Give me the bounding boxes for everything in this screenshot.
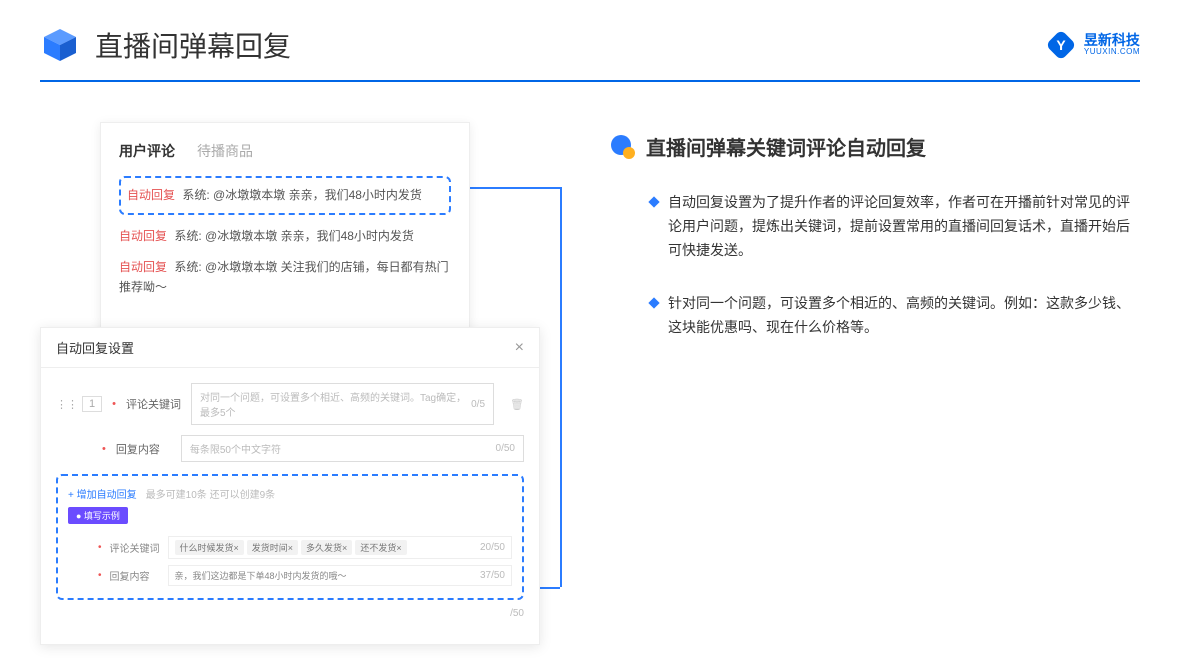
bullet-item: 自动回复设置为了提升作者的评论回复效率，作者可在开播前针对常见的评论用户问题，提… [610, 191, 1140, 262]
system-prefix: 系统: [174, 260, 201, 274]
comment-row: 自动回复 系统: @冰墩墩本墩 亲亲，我们48小时内发货 [119, 227, 451, 246]
example-badge: ● 填写示例 [68, 507, 128, 524]
counter: 0/50 [496, 443, 515, 454]
page-title: 直播间弹幕回复 [95, 25, 291, 65]
keyword-input[interactable]: 对同一个问题，可设置多个相近、高频的关键词。Tag确定，最多5个 0/5 [191, 383, 494, 425]
ex-keyword-label: 评论关键词 [110, 540, 160, 555]
counter: 0/5 [471, 399, 485, 410]
tag-list: 什么时候发货×发货时间×多久发货×还不发货× [175, 540, 410, 555]
auto-reply-tag: 自动回复 [119, 229, 167, 243]
footer-counter: /50 [510, 608, 524, 619]
section-title: 直播间弹幕关键词评论自动回复 [646, 132, 926, 161]
highlighted-comment: 自动回复 系统: @冰墩墩本墩 亲亲，我们48小时内发货 [119, 176, 451, 215]
keyword-label: 评论关键词 [126, 396, 181, 412]
chat-bubble-icon [610, 134, 636, 160]
auto-reply-tag: 自动回复 [119, 260, 167, 274]
bullet-item: 针对同一个问题，可设置多个相近的、高频的关键词。例如：这款多少钱、这块能优惠吗、… [610, 292, 1140, 340]
drag-handle-icon[interactable]: ⋮⋮ 1 [56, 396, 102, 412]
add-auto-reply-link[interactable]: + 增加自动回复 [68, 490, 137, 501]
ex-content-label: 回复内容 [110, 568, 160, 583]
bullet-text: 自动回复设置为了提升作者的评论回复效率，作者可在开播前针对常见的评论用户问题，提… [668, 191, 1140, 262]
comment-row: 自动回复 系统: @冰墩墩本墩 关注我们的店铺，每日都有热门推荐呦～ [119, 258, 451, 296]
connector-line [470, 187, 560, 189]
settings-title: 自动回复设置 [56, 338, 134, 357]
cube-icon [40, 25, 80, 65]
comment-text: @冰墩墩本墩 亲亲，我们48小时内发货 [213, 188, 422, 202]
required-dot: • [98, 542, 102, 553]
index-number: 1 [82, 396, 102, 412]
svg-text:Y: Y [1056, 37, 1066, 53]
content-input[interactable]: 每条限50个中文字符 0/50 [181, 435, 524, 462]
brand-name-en: YUUXIN.COM [1084, 48, 1140, 57]
content-label: 回复内容 [116, 441, 171, 457]
tag-chip[interactable]: 还不发货× [355, 540, 406, 555]
section-header: 直播间弹幕关键词评论自动回复 [610, 132, 1140, 161]
tag-chip[interactable]: 什么时候发货× [175, 540, 244, 555]
system-prefix: 系统: [174, 229, 201, 243]
connector-line [560, 187, 562, 587]
add-hint: 最多可建10条 还可以创建9条 [146, 490, 275, 501]
required-dot: • [98, 570, 102, 581]
ex-keyword-input[interactable]: 什么时候发货×发货时间×多久发货×还不发货× 20/50 [168, 536, 512, 559]
comment-text: @冰墩墩本墩 关注我们的店铺，每日都有热门推荐呦～ [119, 260, 449, 293]
auto-reply-tag: 自动回复 [127, 188, 175, 202]
example-section: + 增加自动回复 最多可建10条 还可以创建9条 ● 填写示例 • 评论关键词 … [56, 474, 524, 600]
system-prefix: 系统: [182, 188, 209, 202]
brand-icon: Y [1046, 30, 1076, 60]
settings-card: 自动回复设置 × ⋮⋮ 1 • 评论关键词 对同一个问题，可设置多个相近、高频的… [40, 327, 540, 645]
counter: 37/50 [480, 570, 505, 581]
brand-logo: Y 昱新科技 YUUXIN.COM [1046, 30, 1140, 60]
tab-user-comments[interactable]: 用户评论 [119, 141, 175, 161]
ex-content-input[interactable]: 亲，我们这边都是下单48小时内发货的哦～ 37/50 [168, 565, 512, 586]
close-icon[interactable]: × [515, 339, 524, 357]
delete-icon[interactable]: 🗑 [510, 398, 524, 411]
required-dot: • [112, 398, 116, 410]
counter: 20/50 [480, 542, 505, 553]
tab-pending-goods[interactable]: 待播商品 [197, 141, 253, 161]
title-wrap: 直播间弹幕回复 [40, 25, 291, 65]
tag-chip[interactable]: 发货时间× [247, 540, 298, 555]
placeholder: 对同一个问题，可设置多个相近、高频的关键词。Tag确定，最多5个 [200, 389, 471, 419]
ex-content-text: 亲，我们这边都是下单48小时内发货的哦～ [175, 569, 347, 582]
diamond-icon [648, 196, 659, 207]
bullet-text: 针对同一个问题，可设置多个相近的、高频的关键词。例如：这款多少钱、这块能优惠吗、… [668, 292, 1140, 340]
comment-text: @冰墩墩本墩 亲亲，我们48小时内发货 [205, 229, 414, 243]
tag-chip[interactable]: 多久发货× [301, 540, 352, 555]
placeholder: 每条限50个中文字符 [190, 441, 281, 456]
brand-name-cn: 昱新科技 [1084, 33, 1140, 48]
diamond-icon [648, 298, 659, 309]
required-dot: • [102, 443, 106, 455]
